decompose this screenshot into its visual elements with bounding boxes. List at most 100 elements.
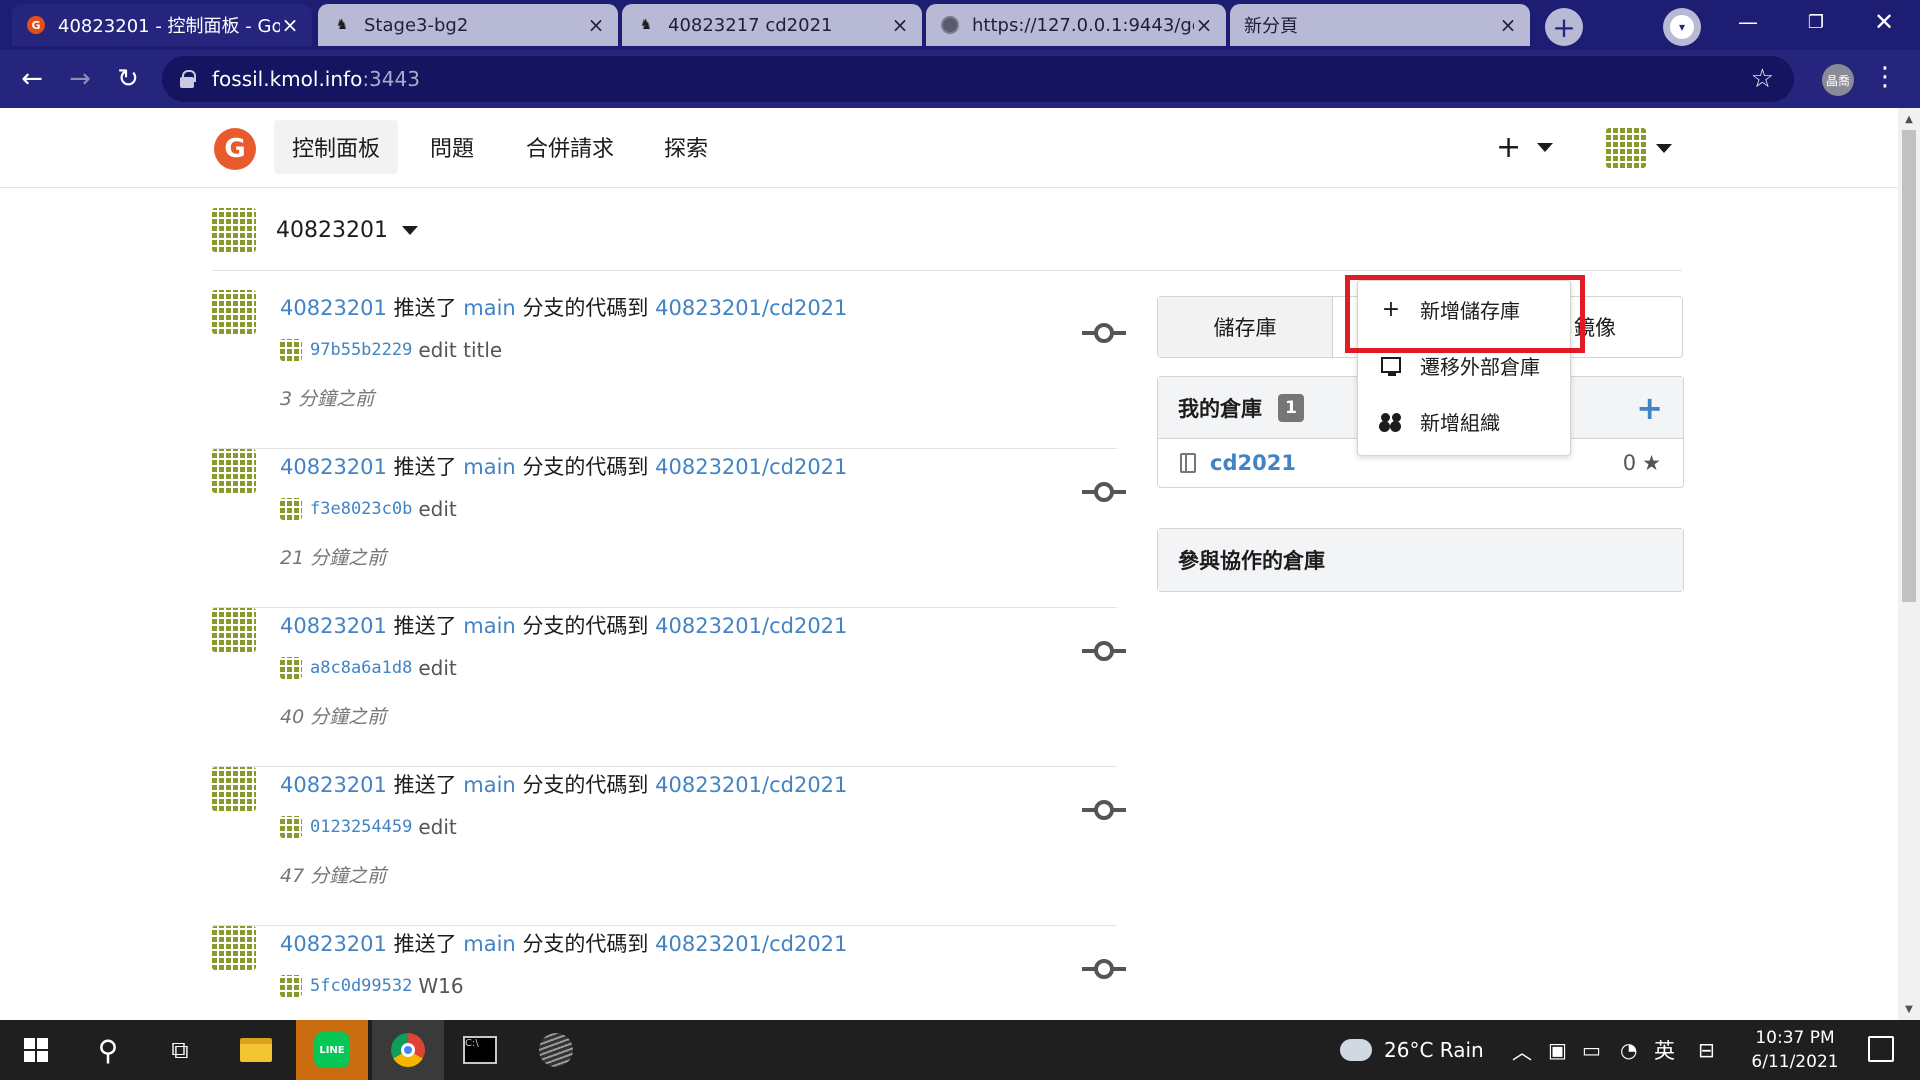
feed-avatar[interactable] xyxy=(212,767,256,811)
commit-sha-link[interactable]: 97b55b2229 xyxy=(310,340,412,360)
close-icon[interactable]: × xyxy=(280,13,300,37)
scroll-down-arrow-icon[interactable]: ▼ xyxy=(1898,1000,1920,1018)
nav-dashboard[interactable]: 控制面板 xyxy=(274,120,399,174)
tab-search-chevron-icon[interactable]: ▾ xyxy=(1663,8,1701,46)
feed-branch-link[interactable]: main xyxy=(463,932,515,956)
feed-user-link[interactable]: 40823201 xyxy=(280,773,387,797)
repo-book-icon xyxy=(1180,453,1196,473)
ime-mode-icon[interactable]: ⊟ xyxy=(1698,1020,1715,1080)
system-clock[interactable]: 10:37 PM 6/11/2021 xyxy=(1740,1026,1850,1074)
address-bar[interactable]: fossil.kmol.info :3443 ☆ xyxy=(162,56,1794,102)
feed-user-link[interactable]: 40823201 xyxy=(280,614,387,638)
feed-user-link[interactable]: 40823201 xyxy=(280,455,387,479)
close-icon[interactable]: × xyxy=(1194,13,1214,37)
commit-avatar xyxy=(280,975,302,997)
nav-explore[interactable]: 探索 xyxy=(646,120,726,174)
gitea-logo-icon[interactable]: G xyxy=(214,128,256,170)
feed-repo-link[interactable]: 40823201/cd2021 xyxy=(655,773,847,797)
browser-tab-localhost[interactable]: https://127.0.0.1:9443/ge × xyxy=(926,4,1226,46)
meet-now-icon[interactable]: ▣ xyxy=(1548,1020,1567,1080)
feed-avatar[interactable] xyxy=(212,926,256,970)
browser-tab-dashboard[interactable]: G 40823201 - 控制面板 - Go × xyxy=(12,4,312,46)
restore-icon[interactable]: ❐ xyxy=(1786,0,1846,44)
lock-icon[interactable] xyxy=(180,70,196,88)
url-host: fossil.kmol.info xyxy=(212,67,363,91)
user-menu-dropdown[interactable] xyxy=(1606,128,1672,168)
close-icon[interactable]: × xyxy=(1498,13,1518,37)
commit-sha-link[interactable]: 5fc0d99532 xyxy=(310,976,412,996)
feed-avatar[interactable] xyxy=(212,290,256,334)
command-prompt-icon[interactable]: C:\ xyxy=(444,1020,516,1080)
context-switcher[interactable]: 40823201 xyxy=(212,208,418,252)
globe-favicon-icon xyxy=(940,15,960,35)
nav-pull-requests[interactable]: 合併請求 xyxy=(508,120,632,174)
feed-branch-link[interactable]: main xyxy=(463,773,515,797)
profile-avatar[interactable]: 晶喬 xyxy=(1822,64,1854,96)
git-commit-icon xyxy=(1082,638,1126,664)
back-arrow-icon[interactable]: ← xyxy=(14,61,50,97)
commit-message: edit xyxy=(418,815,457,839)
feed-avatar[interactable] xyxy=(212,449,256,493)
page-scrollbar[interactable]: ▲ ▼ xyxy=(1898,108,1920,1020)
search-icon[interactable]: ⚲ xyxy=(72,1020,144,1080)
close-icon[interactable]: × xyxy=(890,13,910,37)
feed-branch-link[interactable]: main xyxy=(463,455,515,479)
commit-sha-link[interactable]: a8c8a6a1d8 xyxy=(310,658,412,678)
browser-tab-newtab[interactable]: 新分頁 × xyxy=(1230,4,1530,46)
feed-branch-link[interactable]: main xyxy=(463,296,515,320)
feed-avatar[interactable] xyxy=(212,608,256,652)
forward-arrow-icon[interactable]: → xyxy=(62,61,98,97)
feed-user-link[interactable]: 40823201 xyxy=(280,296,387,320)
git-commit-icon xyxy=(1082,320,1126,346)
feed-user-link[interactable]: 40823201 xyxy=(280,932,387,956)
globe-app-icon[interactable] xyxy=(520,1020,592,1080)
new-tab-plus-icon[interactable]: + xyxy=(1545,8,1583,46)
feed-item: 40823201 推送了 main 分支的代碼到 40823201/cd2021… xyxy=(212,608,1126,767)
add-repo-plus-icon[interactable]: + xyxy=(1636,389,1663,427)
feed-branch-link[interactable]: main xyxy=(463,614,515,638)
feed-item: 40823201 推送了 main 分支的代碼到 40823201/cd2021… xyxy=(212,290,1126,449)
window-close-icon[interactable]: ✕ xyxy=(1854,0,1914,44)
browser-tab-stage3[interactable]: ♞ Stage3-bg2 × xyxy=(318,4,618,46)
reload-icon[interactable]: ↻ xyxy=(110,61,146,97)
bookmark-star-icon[interactable]: ☆ xyxy=(1751,64,1774,94)
task-view-icon[interactable]: ⧉ xyxy=(144,1020,216,1080)
tray-chevron-up-icon[interactable]: ︿ xyxy=(1512,1020,1532,1080)
feed-repo-link[interactable]: 40823201/cd2021 xyxy=(655,296,847,320)
caret-down-icon xyxy=(1537,143,1554,152)
kebab-menu-icon[interactable]: ⋮ xyxy=(1872,62,1898,92)
feed-time: 21 分鐘之前 xyxy=(280,547,387,569)
notification-icon[interactable] xyxy=(1868,1036,1894,1062)
star-icon: ★ xyxy=(1642,451,1661,475)
scroll-up-arrow-icon[interactable]: ▲ xyxy=(1898,110,1920,128)
scroll-thumb[interactable] xyxy=(1902,130,1916,602)
commit-sha-link[interactable]: f3e8023c0b xyxy=(310,499,412,519)
close-icon[interactable]: × xyxy=(586,13,606,37)
repo-name-link[interactable]: cd2021 xyxy=(1210,451,1296,475)
feed-repo-link[interactable]: 40823201/cd2021 xyxy=(655,614,847,638)
chrome-icon[interactable] xyxy=(372,1020,444,1080)
battery-icon[interactable]: ▭ xyxy=(1582,1020,1601,1080)
menu-item-new-org[interactable]: 新增組織 xyxy=(1358,393,1570,449)
collab-repos-panel: 參與協作的倉庫 xyxy=(1157,528,1684,592)
feed-repo-link[interactable]: 40823201/cd2021 xyxy=(655,932,847,956)
ime-indicator[interactable]: 英 xyxy=(1654,1020,1675,1080)
create-new-dropdown[interactable]: + xyxy=(1496,130,1554,165)
commit-sha-link[interactable]: 0123254459 xyxy=(310,817,412,837)
feed-item: 40823201 推送了 main 分支的代碼到 40823201/cd2021… xyxy=(212,767,1126,926)
activity-feed: 40823201 推送了 main 分支的代碼到 40823201/cd2021… xyxy=(212,290,1126,1020)
file-explorer-icon[interactable] xyxy=(220,1020,292,1080)
commit-avatar xyxy=(280,339,302,361)
browser-tab-cd2021[interactable]: ♞ 40823217 cd2021 × xyxy=(622,4,922,46)
line-app-icon[interactable]: LINE xyxy=(296,1020,368,1080)
star-count: 0 xyxy=(1622,451,1637,475)
nav-issues[interactable]: 問題 xyxy=(412,120,492,174)
menu-item-label: 遷移外部倉庫 xyxy=(1420,354,1540,379)
weather-widget[interactable]: 26°C Rain xyxy=(1340,1020,1484,1080)
wifi-icon[interactable]: ◔ xyxy=(1620,1020,1637,1080)
windows-start-icon[interactable] xyxy=(0,1020,72,1080)
tab-repositories[interactable]: 儲存庫 xyxy=(1158,297,1333,357)
minimize-icon[interactable]: — xyxy=(1718,0,1778,44)
feed-repo-link[interactable]: 40823201/cd2021 xyxy=(655,455,847,479)
tab-title: Stage3-bg2 xyxy=(364,14,469,36)
